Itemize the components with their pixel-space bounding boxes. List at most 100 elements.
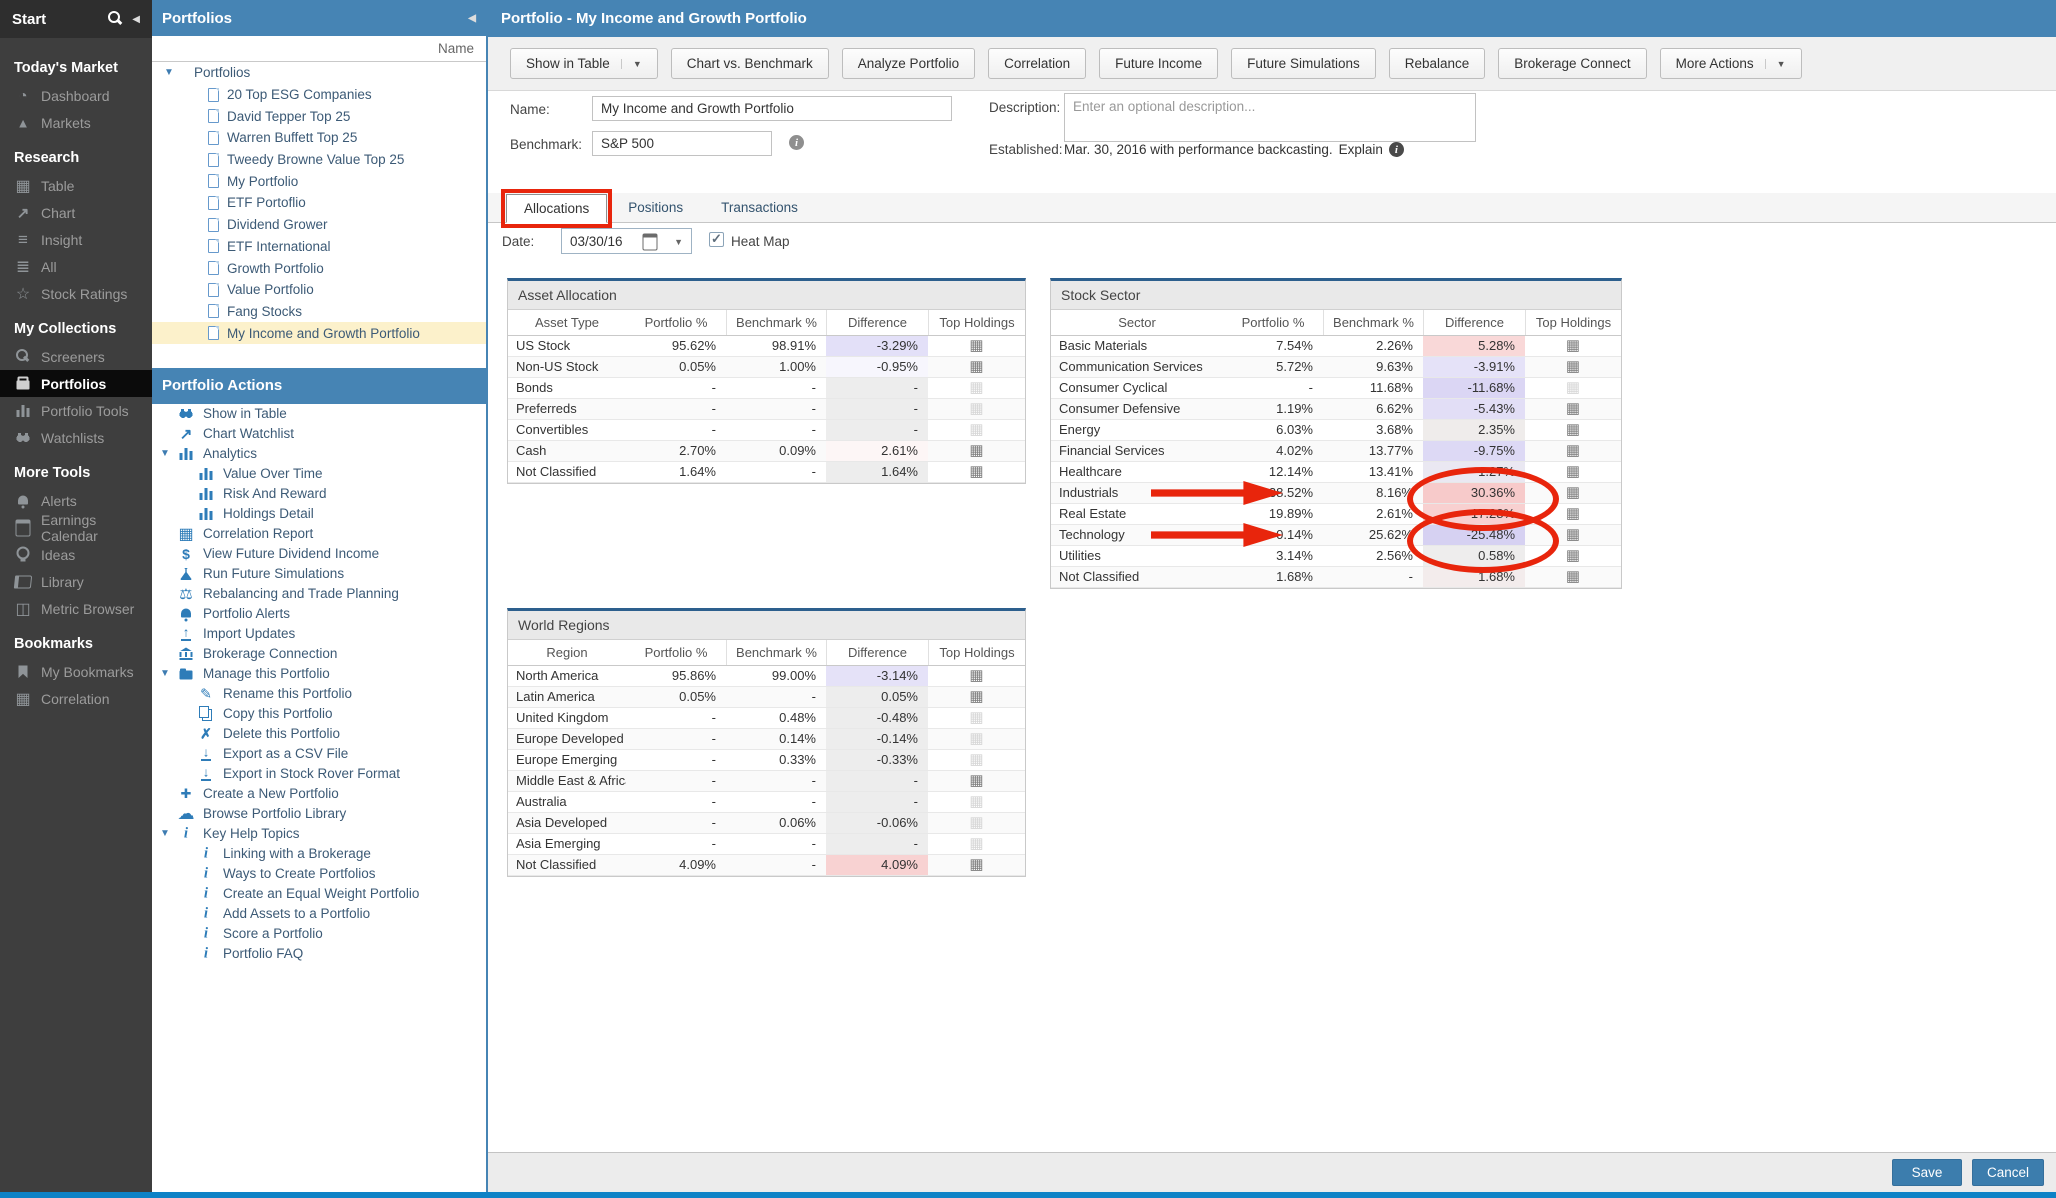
column-header[interactable]: Difference (826, 640, 928, 665)
sidebar-item-chart[interactable]: Chart (0, 199, 152, 226)
calendar-icon[interactable] (641, 234, 659, 250)
column-header[interactable]: Portfolio % (626, 310, 726, 335)
portfolio-tree-item[interactable]: ETF International (152, 236, 486, 258)
sidebar-item-all[interactable]: All (0, 253, 152, 280)
sidebar-item-stock-ratings[interactable]: Stock Ratings (0, 280, 152, 307)
portfolio-tree-item[interactable]: 20 Top ESG Companies (152, 84, 486, 106)
portfolio-tree-item[interactable]: Value Portfolio (152, 279, 486, 301)
collapse-panel-icon[interactable] (468, 13, 476, 24)
portfolio-action-item[interactable]: Browse Portfolio Library (152, 804, 486, 824)
portfolio-tree-item[interactable]: My Portfolio (152, 170, 486, 192)
portfolio-action-item[interactable]: Rebalancing and Trade Planning (152, 584, 486, 604)
top-holdings-icon[interactable] (928, 792, 1025, 812)
save-button[interactable]: Save (1892, 1159, 1962, 1186)
sidebar-item-earnings-calendar[interactable]: Earnings Calendar (0, 514, 152, 541)
sidebar-item-screeners[interactable]: Screeners (0, 343, 152, 370)
portfolio-tree-item[interactable]: David Tepper Top 25 (152, 105, 486, 127)
tab[interactable]: Allocations (506, 194, 607, 223)
expand-arrow-icon[interactable] (160, 448, 177, 459)
cancel-button[interactable]: Cancel (1972, 1159, 2044, 1186)
column-header[interactable]: Sector (1051, 310, 1223, 335)
collapse-sidebar-icon[interactable] (132, 14, 140, 25)
top-holdings-icon[interactable] (928, 687, 1025, 707)
sidebar-item-table[interactable]: Table (0, 172, 152, 199)
date-input[interactable]: 03/30/16 (561, 228, 692, 254)
portfolio-action-item[interactable]: Show in Table (152, 404, 486, 424)
portfolio-action-item[interactable]: Portfolio Alerts (152, 604, 486, 624)
expand-arrow-icon[interactable] (164, 67, 194, 78)
benchmark-field[interactable]: S&P 500 (592, 131, 772, 156)
tab[interactable]: Transactions (704, 193, 815, 222)
show-in-table-button[interactable]: Show in Table (510, 48, 658, 79)
column-header[interactable]: Top Holdings (928, 310, 1025, 335)
top-holdings-icon[interactable] (928, 336, 1025, 356)
portfolio-action-item[interactable]: Chart Watchlist (152, 424, 486, 444)
sidebar-item-metric-browser[interactable]: Metric Browser (0, 595, 152, 622)
portfolio-tree-item[interactable]: Warren Buffett Top 25 (152, 127, 486, 149)
sidebar-item-my-bookmarks[interactable]: My Bookmarks (0, 658, 152, 685)
future-income-button[interactable]: Future Income (1099, 48, 1218, 79)
top-holdings-icon[interactable] (928, 855, 1025, 875)
name-field[interactable]: My Income and Growth Portfolio (592, 96, 952, 121)
column-header[interactable]: Asset Type (508, 310, 626, 335)
portfolio-action-item[interactable]: Add Assets to a Portfolio (152, 904, 486, 924)
top-holdings-icon[interactable] (1525, 336, 1621, 356)
explain-info-icon[interactable]: i (1389, 142, 1404, 157)
portfolio-action-item[interactable]: Export in Stock Rover Format (152, 764, 486, 784)
portfolio-action-item[interactable]: Linking with a Brokerage (152, 844, 486, 864)
portfolio-tree-item[interactable]: Tweedy Browne Value Top 25 (152, 149, 486, 171)
column-header[interactable]: Benchmark % (1323, 310, 1423, 335)
explain-link[interactable]: Explain (1339, 142, 1383, 157)
sidebar-item-ideas[interactable]: Ideas (0, 541, 152, 568)
rebalance-button[interactable]: Rebalance (1389, 48, 1486, 79)
portfolio-action-item[interactable]: Ways to Create Portfolios (152, 864, 486, 884)
expand-arrow-icon[interactable] (160, 828, 177, 839)
sidebar-item-portfolio-tools[interactable]: Portfolio Tools (0, 397, 152, 424)
column-header[interactable]: Difference (1423, 310, 1525, 335)
top-holdings-icon[interactable] (928, 729, 1025, 749)
portfolio-action-item[interactable]: Create an Equal Weight Portfolio (152, 884, 486, 904)
column-header[interactable]: Difference (826, 310, 928, 335)
top-holdings-icon[interactable] (928, 462, 1025, 482)
portfolio-action-item[interactable]: View Future Dividend Income (152, 544, 486, 564)
sidebar-item-alerts[interactable]: Alerts (0, 487, 152, 514)
sidebar-item-library[interactable]: Library (0, 568, 152, 595)
sidebar-item-correlation[interactable]: Correlation (0, 685, 152, 712)
column-header[interactable]: Region (508, 640, 626, 665)
sidebar-item-portfolios[interactable]: Portfolios (0, 370, 152, 397)
tree-column-header[interactable]: Name (152, 36, 486, 62)
portfolio-action-item[interactable]: Analytics (152, 444, 486, 464)
portfolio-action-item[interactable]: Create a New Portfolio (152, 784, 486, 804)
top-holdings-icon[interactable] (1525, 399, 1621, 419)
top-holdings-icon[interactable] (928, 378, 1025, 398)
portfolio-action-item[interactable]: Holdings Detail (152, 504, 486, 524)
portfolio-tree-item[interactable]: ETF Portoflio (152, 192, 486, 214)
sidebar-item-markets[interactable]: Markets (0, 109, 152, 136)
portfolio-action-item[interactable]: Risk And Reward (152, 484, 486, 504)
heat-map-checkbox[interactable] (709, 232, 724, 247)
top-holdings-icon[interactable] (928, 750, 1025, 770)
portfolio-action-item[interactable]: Value Over Time (152, 464, 486, 484)
more-actions-button[interactable]: More Actions (1660, 48, 1802, 79)
top-holdings-icon[interactable] (1525, 483, 1621, 503)
portfolio-action-item[interactable]: Export as a CSV File (152, 744, 486, 764)
column-header[interactable]: Benchmark % (726, 310, 826, 335)
column-header[interactable]: Top Holdings (1525, 310, 1621, 335)
chevron-down-icon[interactable] (674, 237, 683, 247)
top-holdings-icon[interactable] (1525, 378, 1621, 398)
portfolio-action-item[interactable]: Manage this Portfolio (152, 664, 486, 684)
top-holdings-icon[interactable] (928, 420, 1025, 440)
column-header[interactable]: Benchmark % (726, 640, 826, 665)
sidebar-item-dashboard[interactable]: Dashboard (0, 82, 152, 109)
correlation-button[interactable]: Correlation (988, 48, 1086, 79)
top-holdings-icon[interactable] (928, 399, 1025, 419)
future-simulations-button[interactable]: Future Simulations (1231, 48, 1376, 79)
portfolio-action-item[interactable]: Copy this Portfolio (152, 704, 486, 724)
column-header[interactable]: Portfolio % (1223, 310, 1323, 335)
portfolio-tree-item[interactable]: Dividend Grower (152, 214, 486, 236)
top-holdings-icon[interactable] (928, 666, 1025, 686)
top-holdings-icon[interactable] (928, 813, 1025, 833)
top-holdings-icon[interactable] (1525, 441, 1621, 461)
portfolio-action-item[interactable]: Score a Portfolio (152, 924, 486, 944)
top-holdings-icon[interactable] (928, 834, 1025, 854)
